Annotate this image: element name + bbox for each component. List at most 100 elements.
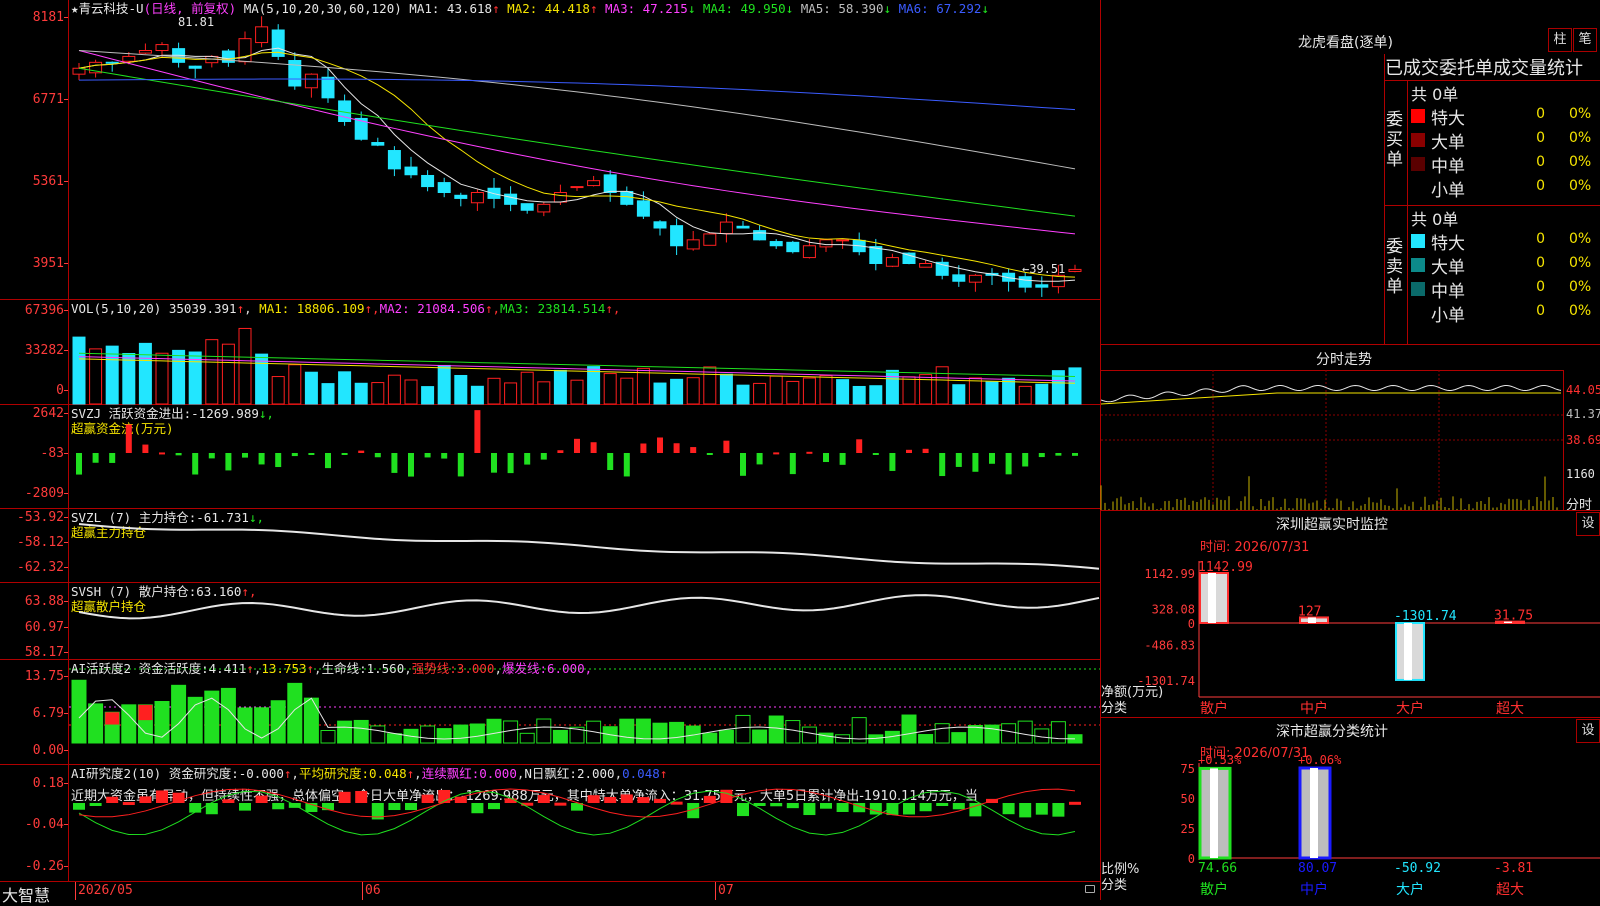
flow-bar [607,453,614,471]
retail-position-chart[interactable] [69,584,1100,659]
candle-body [520,203,534,211]
research-bar [106,796,119,803]
lock-icon[interactable] [1085,885,1095,893]
flow-bar [291,453,298,457]
flow-bar [325,453,331,469]
y-tick-label: 6771 [32,92,64,107]
flow-bar [92,453,99,463]
volume-bar [122,352,136,405]
flow-bar [773,452,780,455]
ai-research-chart[interactable] [69,766,1100,881]
sz-bar-label: 127 [1298,604,1321,619]
candle-body [952,274,966,282]
y-tick [64,713,68,714]
research-bar [73,803,85,810]
sz-bar-label: -1301.74 [1394,609,1457,624]
candle-body [421,174,435,188]
volume-bar [338,371,352,405]
candle-body [819,239,833,248]
class-bottom-value: -50.92 [1394,861,1441,876]
activity-bar [918,734,934,744]
candle-body [636,200,650,217]
research-bar [1035,803,1048,815]
volume-bar [686,377,700,405]
sz-category: 超大 [1496,701,1524,717]
volume-bar [935,366,949,405]
ma-value-1: MA1: 43.618 [409,1,493,16]
flow-bar [441,453,448,459]
activity-bar [652,722,668,744]
research-bar [903,803,915,815]
y-tick-label: 8181 [32,10,64,25]
volume-bar [653,382,667,405]
class-top-label: +0.53% [1198,753,1242,767]
buy-row-count: 0 [1536,130,1545,146]
flow-bar [1022,453,1029,467]
buy-row-label: 大单 [1431,133,1465,153]
intraday-panel[interactable]: 分时走势 分时 44.05 41.37 38.69 1160 [1100,345,1600,513]
intraday-chart[interactable] [1100,370,1563,510]
volume-bar [753,382,767,405]
class-category: 大户 [1396,881,1424,898]
buy-row-count: 0 [1536,106,1545,122]
class-ratio-chart[interactable]: 75 50 25 074.66 散户 80.07 中户 -50.92 大户 -3.81 超大 +0.5… [1101,718,1600,900]
y-tick-label: 6.79 [32,706,64,721]
candle-body [1035,284,1049,288]
y-tick-label: 58.17 [24,645,64,660]
activity-bar [436,728,452,744]
buy-row-count: 0 [1536,178,1545,194]
activity-bar [237,707,253,744]
research-bar [1052,803,1065,817]
y-tick-label: 0.00 [32,743,64,758]
buy-row-pct: 0% [1569,106,1592,122]
volume-bar [819,375,833,405]
class-bottom-value: 74.66 [1198,861,1237,876]
research-bar [620,794,633,803]
class-y-label: 50 [1181,792,1195,806]
flow-bar [374,453,381,458]
sell-row-label: 特大 [1431,234,1465,254]
tick-mode-button[interactable]: 笔 [1573,28,1597,52]
activity-bar [171,684,187,744]
activity-bar [486,718,502,744]
activity-bar [718,729,734,744]
class-bar-highlight [1210,768,1218,858]
capital-flow-chart[interactable] [69,408,1100,508]
flow-bar [673,443,680,453]
volume-bar [553,369,567,405]
y-tick-label: -62.32 [17,560,64,575]
activity-bar [71,679,87,744]
candle-body [802,245,816,259]
y-tick [64,99,68,100]
candle-body [719,221,733,234]
volume-bar [371,382,385,405]
activity-bar [785,720,801,744]
flow-bar [806,451,813,454]
volume-bar [520,371,534,405]
volume-bar [221,343,235,405]
bar-mode-button[interactable]: 柱 [1548,28,1572,52]
ai-activity-chart[interactable] [69,661,1100,764]
sz-net-amount-chart[interactable]: 1142.99 328.080 -486.83 -1301.74 1142.99 散户 12… [1101,511,1600,717]
volume-bar [72,336,86,405]
y-tick [64,181,68,182]
activity-red-segment [105,712,120,725]
main-force-position-chart[interactable] [69,510,1100,582]
y-tick [64,652,68,653]
candlestick-chart[interactable] [69,15,1100,299]
buy-row-swatch [1411,181,1425,195]
period-label[interactable]: (日线, 前复权) [144,1,237,16]
volume-bar [852,385,866,405]
volume-bar [719,373,733,405]
activity-bar [536,718,552,744]
volume-bar [802,377,816,405]
candle-body [105,61,119,64]
activity-bar [503,720,519,744]
volume-chart[interactable] [69,316,1100,405]
flow-bar [308,453,315,455]
y-tick-label: 0.18 [32,776,64,791]
buy-side-label: 委买单 [1386,110,1403,170]
activity-bar [669,721,685,744]
intraday-title: 分时走势 [1316,352,1372,368]
research-bar [189,803,202,813]
